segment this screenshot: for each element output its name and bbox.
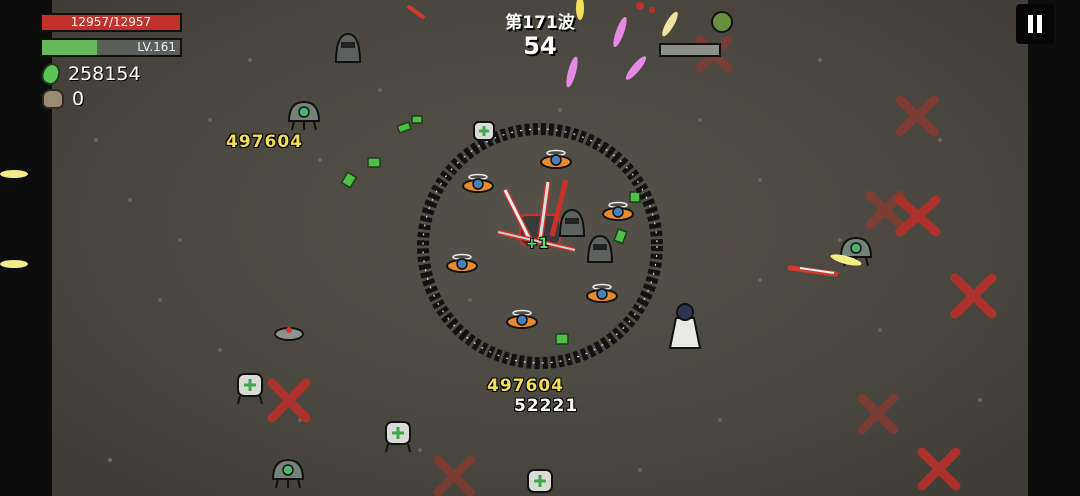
damage-number-center: 497604 — [487, 376, 564, 396]
dome-bot-enemies — [271, 100, 873, 489]
gem-count: 258154 — [68, 63, 141, 85]
gem-counter: 258154 — [38, 60, 141, 88]
enemy-pile — [636, 2, 733, 57]
damage-number-left: 497604 — [226, 132, 303, 152]
red-x-markers — [267, 35, 997, 496]
experience-bar: LV.161 — [40, 38, 182, 57]
damage-number-small: 52221 — [514, 396, 579, 416]
loot-bag-icon — [42, 89, 64, 109]
gem-drops — [340, 115, 641, 345]
level-text: LV.161 — [137, 40, 176, 54]
bag-counter: 0 — [42, 88, 84, 110]
merchant-npc — [668, 303, 702, 349]
experience-bar-fill — [42, 40, 98, 55]
landmine — [274, 327, 304, 341]
pause-button[interactable] — [1016, 4, 1054, 44]
wave-title: 第171波 — [505, 13, 575, 33]
medic-bot-enemies — [237, 121, 553, 493]
health-bar: 12957/12957 — [40, 13, 182, 32]
health-text: 12957/12957 — [70, 15, 152, 29]
green-gem-icon — [38, 60, 64, 88]
heal-number: +1 — [526, 236, 550, 252]
game-viewport: 12957/12957 LV.161 258154 0 第171波 54 497… — [0, 0, 1080, 496]
wave-timer: 54 — [523, 32, 557, 60]
bag-count: 0 — [72, 88, 85, 110]
